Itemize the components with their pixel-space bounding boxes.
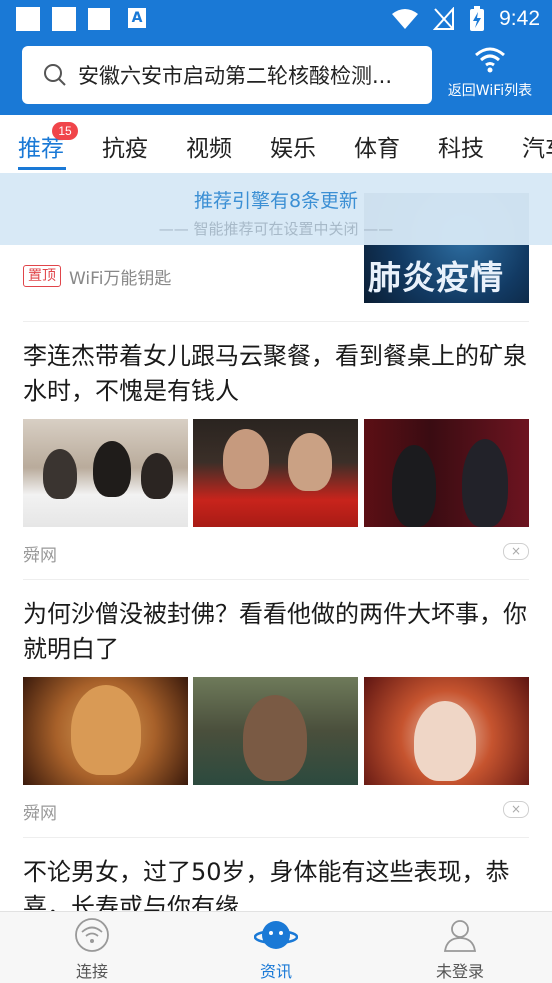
- app-notification-icon: A: [128, 8, 146, 28]
- list-item[interactable]: 李连杰带着女儿跟马云聚餐，看到餐桌上的矿泉水时，不愧是有钱人 舜网 ×: [0, 321, 552, 579]
- article-image: [193, 677, 358, 785]
- update-banner: 推荐引擎有8条更新 —— 智能推荐可在设置中关闭 ——: [0, 173, 552, 245]
- nav-news-label: 资讯: [259, 962, 292, 981]
- article-title: 李连杰带着女儿跟马云聚餐，看到餐桌上的矿泉水时，不愧是有钱人: [23, 342, 527, 405]
- unread-badge: 15: [52, 122, 78, 140]
- article-title: 为何沙僧没被封佛？看看他做的两件大坏事，你就明白了: [23, 600, 527, 663]
- article-image: [364, 677, 529, 785]
- tab-epidemic[interactable]: 抗疫: [102, 129, 148, 163]
- dislike-button[interactable]: ×: [503, 543, 529, 560]
- header: 安徽六安市启动第二轮核酸检测... 返回WiFi列表: [0, 38, 552, 115]
- update-banner-title: 推荐引擎有8条更新: [193, 190, 359, 212]
- active-tab-indicator: [18, 167, 66, 170]
- notification-icon: [88, 8, 110, 30]
- nav-news[interactable]: 资讯: [216, 918, 336, 982]
- wifi-icon: [75, 918, 109, 952]
- article-source: WiFi万能钥匙: [69, 269, 172, 289]
- article-image: [364, 419, 529, 527]
- update-banner-subtitle: —— 智能推荐可在设置中关闭 ——: [158, 220, 394, 238]
- pinned-tag: 置顶: [23, 265, 61, 287]
- bottom-navigation: 连接 资讯 未登录: [0, 911, 552, 983]
- nav-connect[interactable]: 连接: [32, 918, 152, 982]
- nav-account[interactable]: 未登录: [400, 918, 520, 982]
- list-item[interactable]: 为何沙僧没被封佛？看看他做的两件大坏事，你就明白了 舜网 ×: [0, 579, 552, 837]
- wifi-signal-icon: [392, 9, 419, 29]
- return-wifi-list-button[interactable]: 返回WiFi列表: [440, 44, 540, 100]
- thumbnail-caption: 肺炎疫情: [368, 258, 504, 297]
- search-box[interactable]: 安徽六安市启动第二轮核酸检测...: [22, 46, 432, 104]
- article-source: 舜网: [23, 804, 57, 824]
- user-icon: [443, 920, 477, 952]
- cell-signal-icon: [433, 7, 455, 30]
- nav-connect-label: 连接: [75, 962, 108, 981]
- notification-icon: [16, 7, 40, 31]
- tab-sports[interactable]: 体育: [354, 129, 400, 163]
- dislike-button[interactable]: ×: [503, 801, 529, 818]
- clock: 9:42: [499, 7, 540, 30]
- status-bar: A 9:42: [0, 0, 552, 38]
- article-image: [23, 419, 188, 527]
- wifi-icon: [475, 47, 505, 73]
- article-title: 不论男女，过了50岁，身体能有这些表现，恭喜，长寿或与你有缘: [23, 858, 510, 911]
- news-planet-icon: [253, 921, 299, 949]
- search-query: 安徽六安市启动第二轮核酸检测...: [78, 64, 393, 88]
- nav-account-label: 未登录: [435, 962, 484, 981]
- return-wifi-list-label: 返回WiFi列表: [447, 83, 533, 99]
- tab-entertainment[interactable]: 娱乐: [270, 129, 316, 163]
- news-feed[interactable]: 肺炎疫情 置顶 WiFi万能钥匙 推荐引擎有8条更新 —— 智能推荐可在设置中关…: [0, 173, 552, 911]
- article-images: [23, 677, 529, 785]
- notification-icon: [52, 7, 76, 31]
- battery-charging-icon: [470, 6, 485, 31]
- list-item[interactable]: 不论男女，过了50岁，身体能有这些表现，恭喜，长寿或与你有缘: [0, 837, 552, 911]
- article-source: 舜网: [23, 546, 57, 566]
- article-images: [23, 419, 529, 527]
- article-image: [23, 677, 188, 785]
- tab-video[interactable]: 视频: [186, 129, 232, 163]
- category-tabs: 推荐 15 抗疫 视频 娱乐 体育 科技 汽车: [0, 115, 552, 173]
- article-image: [193, 419, 358, 527]
- tab-tech[interactable]: 科技: [438, 129, 484, 163]
- tab-auto[interactable]: 汽车: [522, 129, 552, 163]
- search-icon: [44, 64, 66, 86]
